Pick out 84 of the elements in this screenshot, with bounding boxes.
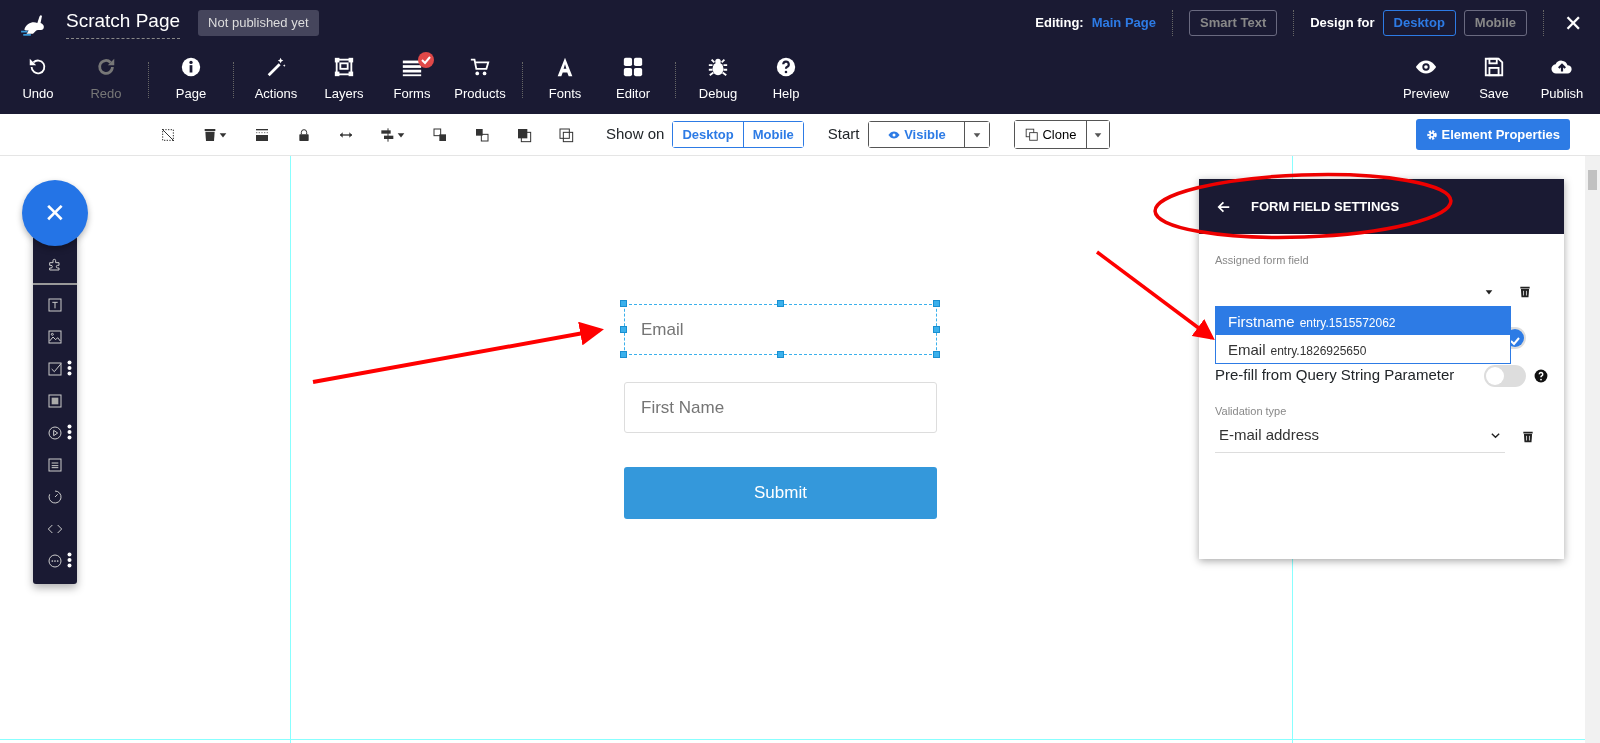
check-badge-icon (418, 52, 434, 69)
toolbar-button[interactable]: Help (752, 56, 820, 104)
puzzle-icon (47, 256, 63, 272)
play-circle-icon (47, 425, 63, 441)
toolbar-button[interactable]: Preview (1392, 56, 1460, 104)
resize-handle[interactable] (933, 351, 940, 358)
toolbar-button[interactable]: Actions (242, 56, 310, 104)
start-label: Start (827, 124, 860, 145)
send-to-back-button[interactable] (556, 126, 576, 143)
help-icon (1534, 368, 1548, 383)
text-box-icon (47, 297, 63, 313)
toolbar-button[interactable]: Page (157, 56, 225, 104)
toolbar-button[interactable]: Forms (378, 56, 446, 104)
toolbar-button[interactable]: Products (446, 56, 514, 104)
checkbox-icon (47, 361, 63, 377)
vertical-dots-icon (67, 424, 72, 440)
show-on-button[interactable]: Mobile (742, 121, 803, 148)
deselect-icon (160, 126, 176, 143)
vertical-dots-icon (67, 360, 72, 376)
gear-icon (1425, 129, 1438, 142)
toolbar-button[interactable]: Save (1460, 56, 1528, 104)
trash-icon (1521, 429, 1535, 444)
form-icon (47, 457, 63, 473)
panel-title: FORM FIELD SETTINGS (1251, 197, 1400, 216)
input-field[interactable]: Email (624, 304, 937, 355)
dropdown-toggle-button[interactable] (1086, 120, 1110, 149)
select-field[interactable]: E-mail address (1215, 419, 1505, 453)
back-arrow-icon (1217, 199, 1231, 214)
trash-icon (202, 126, 218, 143)
device-toggle-button[interactable]: Mobile (1463, 10, 1527, 36)
scrollbar[interactable] (1585, 156, 1600, 743)
resize-handle[interactable] (776, 300, 784, 307)
back-button[interactable] (1217, 199, 1231, 214)
close-button[interactable]: ✕ (22, 180, 88, 246)
bring-forward-icon (432, 126, 448, 143)
field-label: Validation type (1215, 403, 1288, 419)
vertical-dots-icon (67, 552, 72, 568)
toolbar-button[interactable]: Layers (310, 56, 378, 104)
help-icon (775, 56, 797, 79)
close-button[interactable]: ✕ (1560, 6, 1586, 40)
editing-label: Editing: (1035, 14, 1084, 33)
grid-icon (622, 56, 644, 79)
resize-handle[interactable] (933, 325, 940, 333)
image-icon (47, 329, 63, 345)
magic-wand-icon (265, 56, 287, 79)
page-title[interactable]: Scratch Page (66, 6, 181, 40)
scrollbar-thumb[interactable] (1588, 170, 1597, 190)
timer-icon (47, 489, 63, 505)
chevron-down-icon (1490, 430, 1501, 441)
device-toggle-button[interactable]: Desktop (1382, 10, 1456, 36)
dropdown-option[interactable]: Email entry.1826925650 (1216, 335, 1510, 363)
copy-icon (1024, 128, 1039, 143)
bug-icon (707, 56, 729, 79)
toolbar-button[interactable]: Publish (1528, 56, 1596, 104)
toggle-label: Pre-fill from Query String Parameter (1215, 365, 1455, 386)
toolbar-button[interactable]: Editor (599, 56, 667, 104)
info-icon (180, 56, 202, 79)
show-on-label: Show on (606, 124, 665, 145)
status-badge: Not published yet (198, 10, 319, 36)
design-for-label: Design for (1310, 14, 1375, 33)
resize-handle[interactable] (776, 351, 784, 358)
send-backward-icon (474, 126, 490, 143)
trash-icon (1518, 285, 1532, 300)
element-properties-button[interactable]: Element Properties (1415, 118, 1570, 151)
dropdown-option[interactable]: Firstname entry.1515572062 (1216, 307, 1510, 335)
toggle-switch[interactable] (1484, 364, 1526, 387)
toolbar-button[interactable]: Fonts (531, 56, 599, 104)
resize-handle[interactable] (620, 351, 627, 358)
dropdown-toggle-button[interactable] (963, 121, 989, 148)
square-icon (47, 393, 63, 409)
field-label: Assigned form field (1215, 253, 1310, 268)
lock-icon (296, 126, 312, 143)
send-to-back-icon (558, 126, 574, 143)
more-circle-icon (47, 553, 63, 569)
main-page-link[interactable]: Main Page (1091, 13, 1156, 33)
toolbar-button[interactable]: Undo (4, 56, 72, 104)
layers-icon (333, 56, 355, 79)
resize-handle[interactable] (620, 325, 627, 333)
toolbar-button[interactable]: Debug (684, 56, 752, 104)
resize-handle[interactable] (620, 300, 627, 307)
row-height-icon (254, 126, 270, 143)
align-icon (380, 126, 396, 143)
bring-to-front-icon (516, 126, 532, 143)
resize-handle[interactable] (933, 300, 940, 307)
